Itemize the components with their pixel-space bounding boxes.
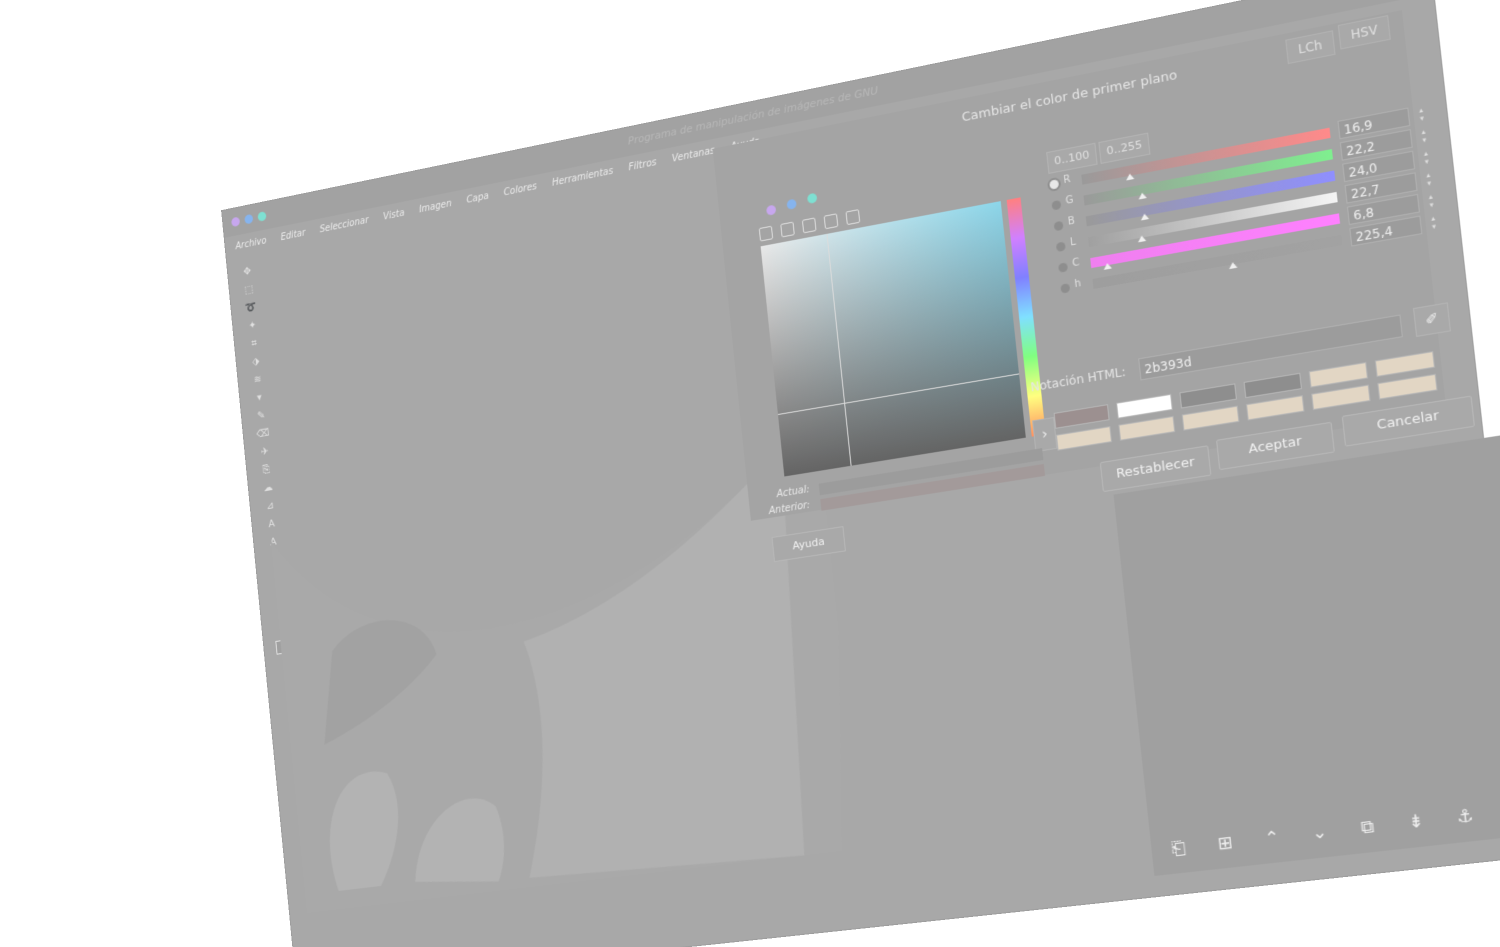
- channel-radio-b[interactable]: [1053, 220, 1064, 232]
- slider-handle[interactable]: [1137, 234, 1147, 243]
- spinner-arrows-icon[interactable]: ▴ ▾: [1421, 127, 1427, 144]
- unified-transform-icon[interactable]: ⬗: [248, 353, 264, 370]
- merge-down-icon[interactable]: ⇟: [1402, 808, 1431, 836]
- slider-handle[interactable]: [1103, 262, 1112, 270]
- crosshair-vertical: [826, 233, 852, 466]
- spinner-arrows-icon[interactable]: ▴ ▾: [1428, 192, 1434, 209]
- channel-label: L: [1069, 236, 1077, 249]
- saturation-value-square[interactable]: [760, 201, 1026, 477]
- slider-handle[interactable]: [1228, 261, 1238, 270]
- warp-icon[interactable]: ≋: [249, 371, 265, 388]
- layers-bottom-toolbar: ⎗⊞⌃⌄⧉⇟⚓⊠: [1150, 791, 1500, 868]
- window-minimize-dot[interactable]: [244, 213, 254, 225]
- slider-handle[interactable]: [1140, 213, 1149, 221]
- channel-radio-g[interactable]: [1051, 199, 1062, 211]
- slider-handle[interactable]: [1125, 172, 1135, 181]
- color-selector-tabs: [713, 10, 1402, 216]
- history-swatch[interactable]: [1377, 373, 1438, 400]
- channel-label: R: [1062, 173, 1072, 187]
- wheel-selector-icon[interactable]: [845, 209, 861, 226]
- gimp-selector-icon[interactable]: [758, 225, 774, 242]
- eyedropper-icon: ✐: [1424, 310, 1440, 330]
- spinner-arrows-icon[interactable]: ▴ ▾: [1419, 106, 1425, 123]
- move-icon[interactable]: ✥: [239, 263, 255, 280]
- history-swatch[interactable]: [1053, 404, 1110, 429]
- menu-archivo[interactable]: Archivo: [235, 236, 267, 252]
- history-swatch[interactable]: [1179, 383, 1237, 409]
- paintbrush-icon[interactable]: ✎: [253, 407, 269, 424]
- crosshair-horizontal: [777, 373, 1020, 415]
- html-notation-label: Notación HTML:: [1029, 364, 1127, 395]
- history-swatch[interactable]: [1308, 361, 1369, 388]
- eyedropper-button[interactable]: ✐: [1412, 302, 1451, 338]
- menu-herramientas[interactable]: Herramientas: [552, 166, 614, 189]
- channel-label: B: [1067, 215, 1076, 228]
- channel-radio-r[interactable]: [1049, 179, 1060, 190]
- menu-vista[interactable]: Vista: [383, 208, 405, 222]
- selector-dot-3[interactable]: [806, 192, 818, 205]
- bucket-fill-icon[interactable]: ▾: [251, 389, 267, 406]
- new-layer-group-icon[interactable]: ⊞: [1211, 830, 1239, 857]
- eraser-icon[interactable]: ⌫: [255, 425, 271, 442]
- watercolor-selector-icon[interactable]: [823, 213, 839, 230]
- lasso-icon[interactable]: ➰: [243, 299, 259, 316]
- new-layer-icon[interactable]: ⎗: [1165, 835, 1192, 862]
- history-swatch[interactable]: [1181, 405, 1240, 431]
- airbrush-icon[interactable]: ✈: [256, 443, 272, 460]
- history-swatch[interactable]: [1374, 351, 1436, 377]
- channel-radio-c[interactable]: [1058, 262, 1069, 273]
- history-swatch[interactable]: [1118, 415, 1176, 441]
- triangle-selector-icon[interactable]: [802, 217, 817, 234]
- history-swatch[interactable]: [1243, 372, 1303, 399]
- channel-value-text: 22,7: [1350, 182, 1381, 202]
- cmyk-selector-icon[interactable]: [780, 221, 795, 238]
- raise-layer-icon[interactable]: ⌃: [1258, 825, 1286, 852]
- channel-value-text: 225,4: [1354, 223, 1394, 245]
- current-label: Actual:: [776, 484, 811, 501]
- fuzzy-select-icon[interactable]: ✦: [244, 317, 260, 334]
- selector-dot-1[interactable]: [766, 204, 777, 216]
- window-close-dot[interactable]: [231, 216, 241, 228]
- menu-capa[interactable]: Capa: [466, 191, 489, 206]
- channel-value-text: 24,0: [1347, 160, 1379, 181]
- history-swatch[interactable]: [1311, 384, 1371, 411]
- channel-label: C: [1071, 257, 1080, 270]
- gimp-main-window: Programa de manipulación de imágenes de …: [222, 0, 1500, 947]
- crop-icon[interactable]: ⌗: [246, 335, 262, 352]
- spinner-arrows-icon[interactable]: ▴ ▾: [1426, 171, 1432, 188]
- menu-ventanas[interactable]: Ventanas: [672, 146, 716, 165]
- chevron-right-icon: ›: [1041, 426, 1049, 443]
- screen: Programa de manipulación de imágenes de …: [0, 0, 1500, 947]
- history-swatch[interactable]: [1245, 395, 1305, 421]
- menu-colores[interactable]: Colores: [503, 181, 537, 198]
- menu-editar[interactable]: Editar: [280, 228, 306, 243]
- channel-radio-h[interactable]: [1060, 283, 1071, 294]
- channel-value-text: 22,2: [1345, 139, 1376, 159]
- channel-radio-l[interactable]: [1055, 241, 1066, 253]
- menu-filtros[interactable]: Filtros: [628, 157, 657, 173]
- channel-label: h: [1074, 278, 1082, 291]
- channel-sliders: R 16,9 ▴ ▾ G 22,2 ▴ ▾ B 24,0 ▴ ▾ L 22,7 ▴ ▾ C 6,8 ▴ ▾ h…: [713, 10, 1436, 294]
- history-swatch[interactable]: [1116, 393, 1173, 419]
- slider-handle[interactable]: [1137, 192, 1147, 200]
- layers-panel: ⎗⊞⌃⌄⧉⇟⚓⊠: [1113, 434, 1500, 876]
- lower-layer-icon[interactable]: ⌄: [1305, 819, 1333, 846]
- history-swatch[interactable]: [1055, 426, 1112, 451]
- duplicate-layer-icon[interactable]: ⧉: [1353, 814, 1381, 842]
- anchor-layer-icon[interactable]: ⚓: [1450, 803, 1479, 831]
- menu-seleccionar[interactable]: Seleccionar: [319, 215, 369, 235]
- window-maximize-dot[interactable]: [257, 211, 267, 222]
- spinner-arrows-icon[interactable]: ▴ ▾: [1424, 149, 1430, 166]
- menu-imagen[interactable]: Imagen: [419, 199, 453, 216]
- channel-value-text: 16,9: [1343, 117, 1374, 138]
- channel-value-text: 6,8: [1352, 205, 1375, 224]
- tab-lch[interactable]: LCh: [1285, 30, 1336, 65]
- selector-dot-2[interactable]: [786, 198, 797, 211]
- spinner-arrows-icon[interactable]: ▴ ▾: [1431, 214, 1437, 231]
- channel-label: G: [1065, 194, 1075, 207]
- rect-select-icon[interactable]: ⬚: [241, 281, 257, 298]
